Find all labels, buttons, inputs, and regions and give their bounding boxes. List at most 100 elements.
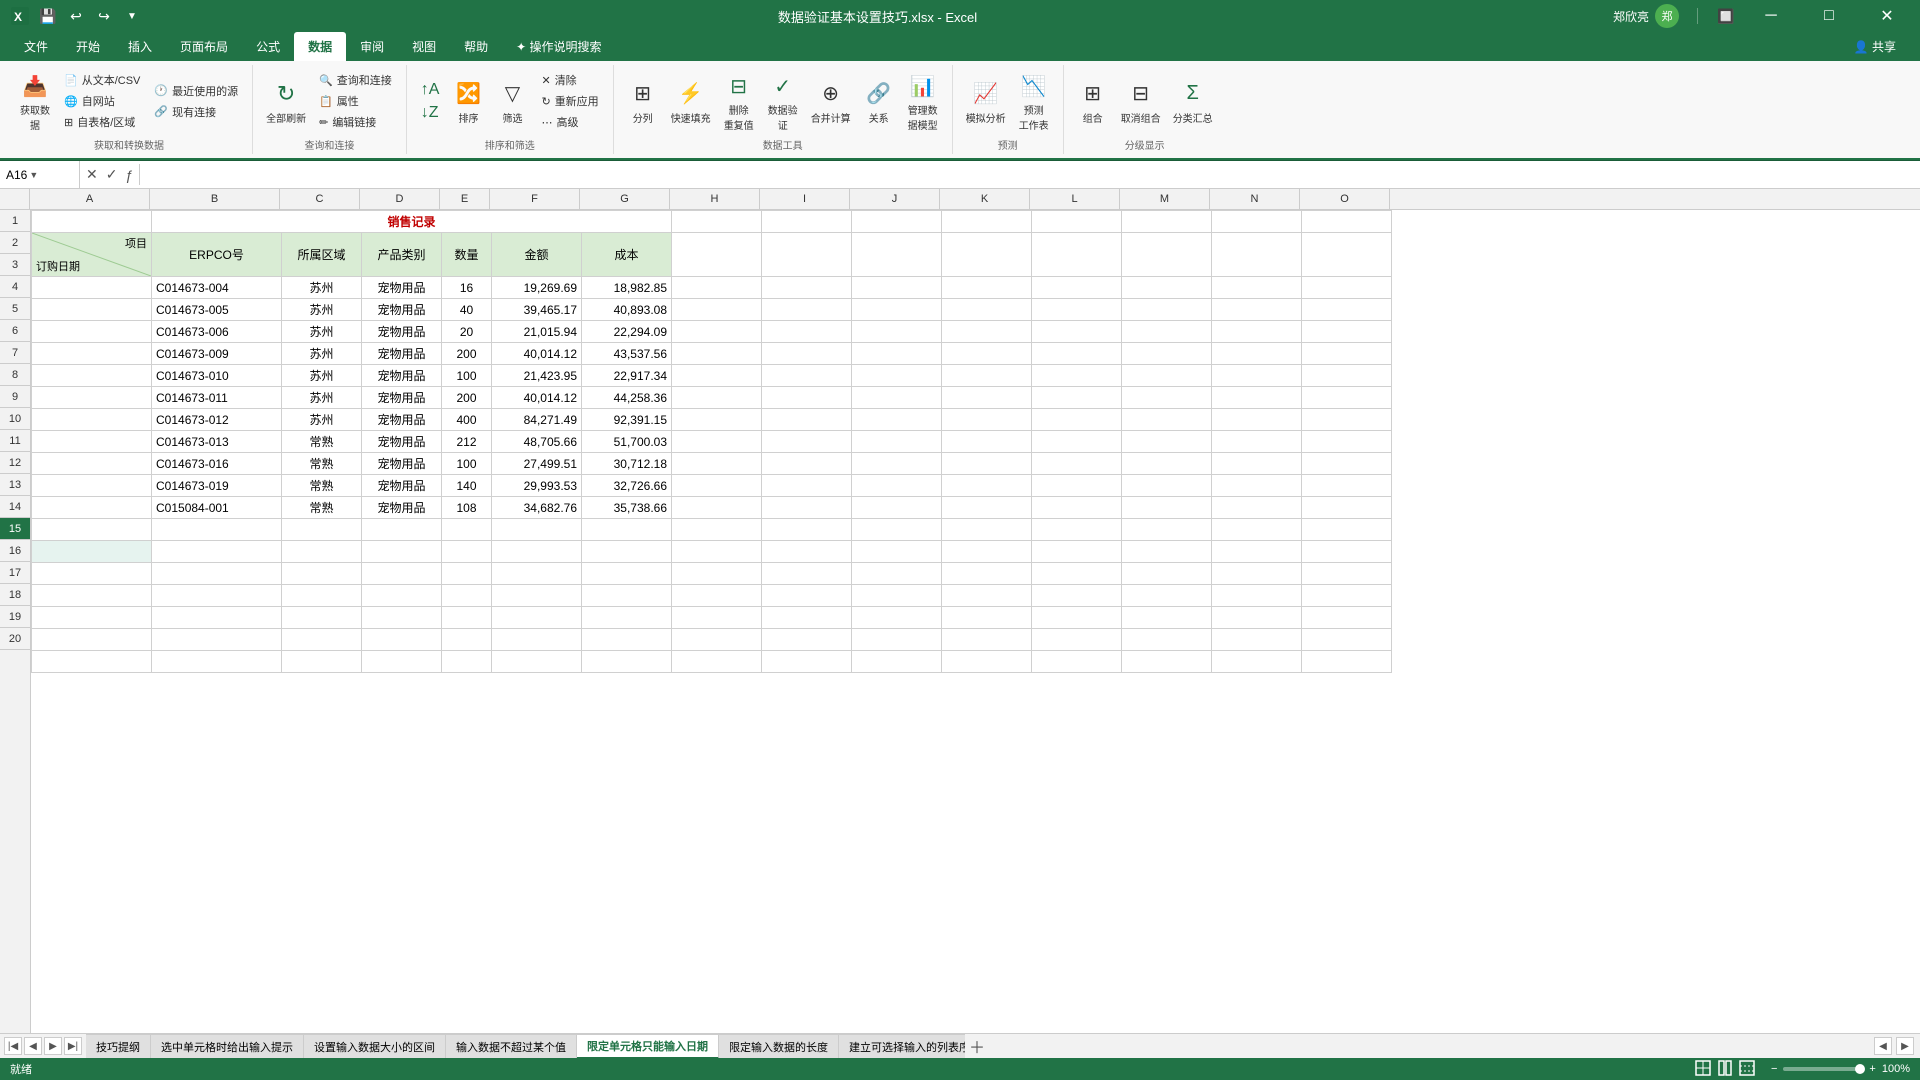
cell-C16[interactable] (282, 563, 362, 585)
cell-K4[interactable] (942, 299, 1032, 321)
col-header-M[interactable]: M (1120, 189, 1210, 209)
cell-L19[interactable] (1032, 629, 1122, 651)
cell-L8[interactable] (1032, 387, 1122, 409)
cell-I14[interactable] (762, 519, 852, 541)
cell-G20[interactable] (582, 651, 672, 673)
cell-N1[interactable] (1212, 211, 1302, 233)
cell-K3[interactable] (942, 277, 1032, 299)
cell-K8[interactable] (942, 387, 1032, 409)
cell-A11[interactable] (32, 453, 152, 475)
cell-O7[interactable] (1302, 365, 1392, 387)
cell-N15[interactable] (1212, 541, 1302, 563)
cell-O5[interactable] (1302, 321, 1392, 343)
cell-F7[interactable]: 21,423.95 (492, 365, 582, 387)
cell-A6[interactable] (32, 343, 152, 365)
cell-H15[interactable] (672, 541, 762, 563)
cell-G18[interactable] (582, 607, 672, 629)
cell-L13[interactable] (1032, 497, 1122, 519)
cell-E16[interactable] (442, 563, 492, 585)
col-header-J[interactable]: J (850, 189, 940, 209)
cell-K16[interactable] (942, 563, 1032, 585)
cell-J17[interactable] (852, 585, 942, 607)
row-21[interactable]: 20 (0, 628, 30, 650)
normal-view-button[interactable] (1695, 1060, 1711, 1079)
cell-C8[interactable]: 苏州 (282, 387, 362, 409)
cell-M16[interactable] (1122, 563, 1212, 585)
sheet-nav-next[interactable]: ▶ (44, 1037, 62, 1055)
formula-confirm-icon[interactable]: ✓ (104, 164, 120, 185)
cell-O10[interactable] (1302, 431, 1392, 453)
cell-B2[interactable]: ERPCO号 (152, 233, 282, 277)
cell-A4[interactable] (32, 299, 152, 321)
cell-B15[interactable] (152, 541, 282, 563)
cell-I13[interactable] (762, 497, 852, 519)
cell-I4[interactable] (762, 299, 852, 321)
cell-B4[interactable]: C014673-005 (152, 299, 282, 321)
sheet-nav-prev[interactable]: ◀ (24, 1037, 42, 1055)
cell-H17[interactable] (672, 585, 762, 607)
cell-N14[interactable] (1212, 519, 1302, 541)
cell-C17[interactable] (282, 585, 362, 607)
cell-G9[interactable]: 92,391.15 (582, 409, 672, 431)
group-btn[interactable]: ⊞ 组合 (1072, 75, 1114, 128)
row-12[interactable]: 12 (0, 452, 30, 474)
cell-L15[interactable] (1032, 541, 1122, 563)
row-11[interactable]: 11 (0, 430, 30, 452)
cell-L4[interactable] (1032, 299, 1122, 321)
cell-G15[interactable] (582, 541, 672, 563)
minimize-button[interactable]: ─ (1748, 0, 1794, 32)
col-header-B[interactable]: B (150, 189, 280, 209)
existing-conn-button[interactable]: 🔗 现有连接 (148, 102, 244, 122)
cell-H9[interactable] (672, 409, 762, 431)
row-17[interactable]: 16 (0, 540, 30, 562)
cell-A8[interactable] (32, 387, 152, 409)
row-5[interactable]: 5 (0, 298, 30, 320)
row-20[interactable]: 19 (0, 606, 30, 628)
tab-data[interactable]: 数据 (294, 32, 346, 61)
cell-O17[interactable] (1302, 585, 1392, 607)
cell-K5[interactable] (942, 321, 1032, 343)
cell-C4[interactable]: 苏州 (282, 299, 362, 321)
cell-A19[interactable] (32, 629, 152, 651)
cell-B17[interactable] (152, 585, 282, 607)
cell-L6[interactable] (1032, 343, 1122, 365)
sort-button[interactable]: 🔀 排序 (447, 75, 489, 128)
cell-B8[interactable]: C014673-011 (152, 387, 282, 409)
row-2[interactable]: 2 (0, 232, 30, 254)
edit-links-button[interactable]: ✏ 编辑链接 (313, 112, 398, 132)
cell-E17[interactable] (442, 585, 492, 607)
row-18[interactable]: 17 (0, 562, 30, 584)
cell-M14[interactable] (1122, 519, 1212, 541)
row-10[interactable]: 10 (0, 408, 30, 430)
cell-O8[interactable] (1302, 387, 1392, 409)
redo-icon[interactable]: ↪ (94, 6, 114, 26)
cell-H16[interactable] (672, 563, 762, 585)
col-header-L[interactable]: L (1030, 189, 1120, 209)
cell-I9[interactable] (762, 409, 852, 431)
cell-C11[interactable]: 常熟 (282, 453, 362, 475)
cell-F16[interactable] (492, 563, 582, 585)
cell-A3[interactable] (32, 277, 152, 299)
cell-O15[interactable] (1302, 541, 1392, 563)
cell-D17[interactable] (362, 585, 442, 607)
cell-B10[interactable]: C014673-013 (152, 431, 282, 453)
cell-E12[interactable]: 140 (442, 475, 492, 497)
maximize-button[interactable]: □ (1806, 0, 1852, 32)
cell-I17[interactable] (762, 585, 852, 607)
cell-M6[interactable] (1122, 343, 1212, 365)
cell-E13[interactable]: 108 (442, 497, 492, 519)
cell-I18[interactable] (762, 607, 852, 629)
cell-I8[interactable] (762, 387, 852, 409)
cell-G14[interactable] (582, 519, 672, 541)
cell-K6[interactable] (942, 343, 1032, 365)
cell-D7[interactable]: 宠物用品 (362, 365, 442, 387)
cell-F2[interactable]: 金额 (492, 233, 582, 277)
cell-B18[interactable] (152, 607, 282, 629)
cell-C18[interactable] (282, 607, 362, 629)
cell-N10[interactable] (1212, 431, 1302, 453)
col-header-C[interactable]: C (280, 189, 360, 209)
cell-G16[interactable] (582, 563, 672, 585)
cell-K11[interactable] (942, 453, 1032, 475)
cell-I2[interactable] (762, 233, 852, 277)
cell-O1[interactable] (1302, 211, 1392, 233)
